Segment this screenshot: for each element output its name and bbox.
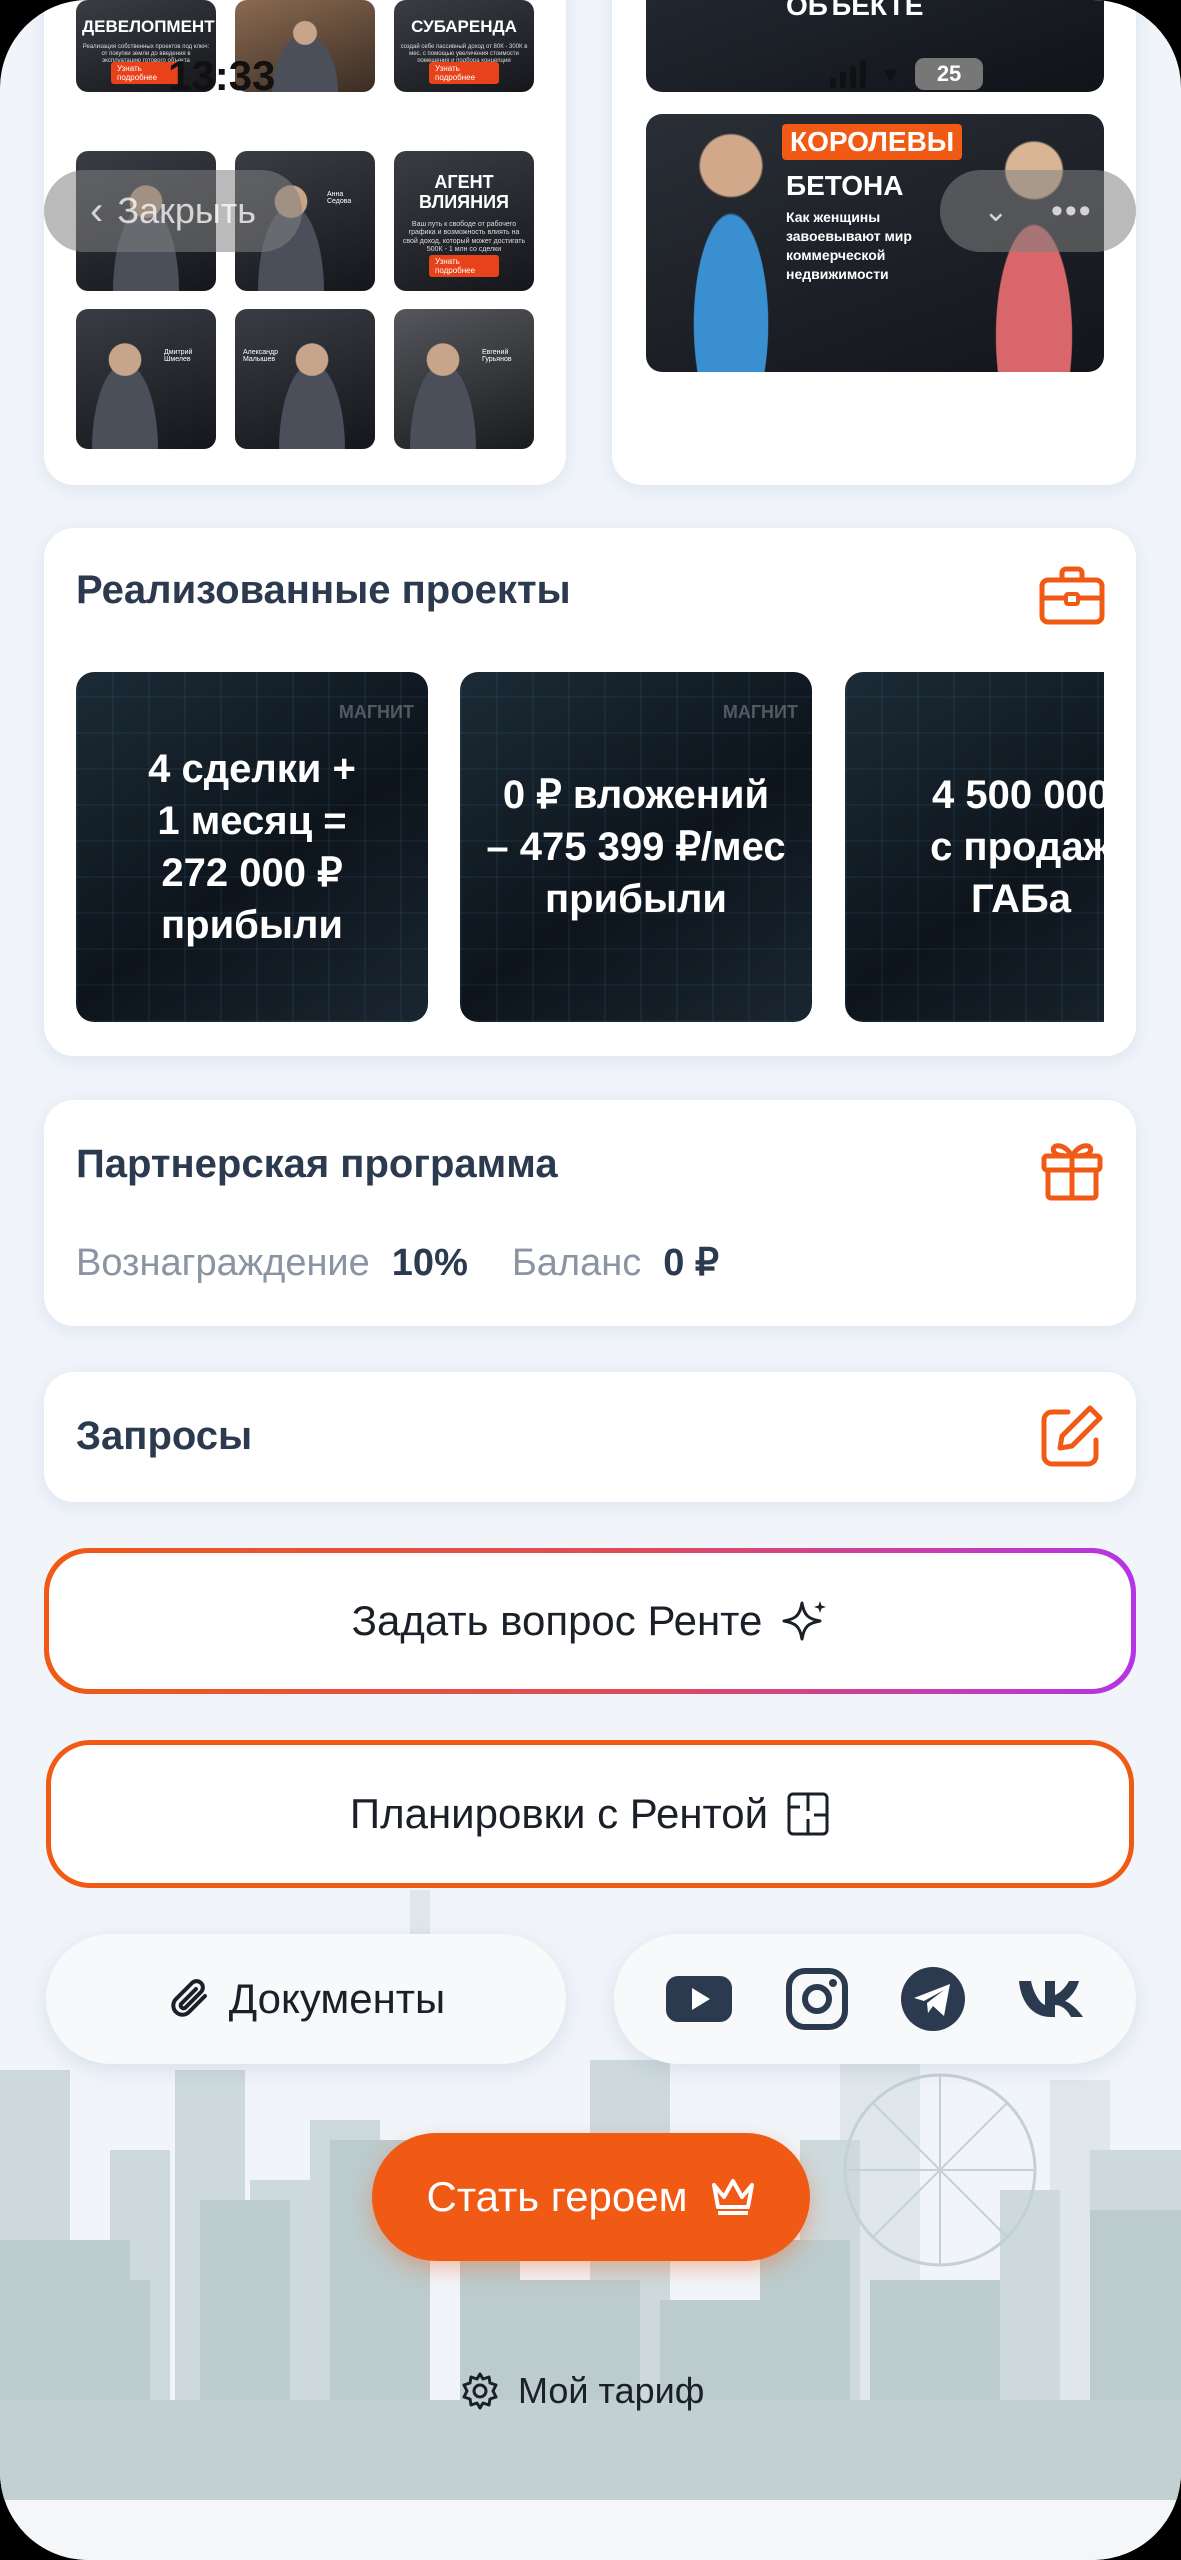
layouts-button[interactable]: Планировки с Рентой	[46, 1740, 1134, 1888]
instagram-icon[interactable]	[785, 1967, 849, 2031]
youtube-icon[interactable]	[664, 1974, 734, 2024]
my-tariff-link[interactable]: Мой тариф	[460, 2370, 704, 2412]
my-tariff-label: Мой тариф	[518, 2370, 705, 2411]
wifi-icon: ▾	[884, 58, 898, 89]
gift-icon	[1041, 1143, 1103, 1201]
podcast-person-left	[666, 132, 796, 372]
telegram-icon[interactable]	[900, 1966, 966, 2032]
course-badge: Узнать подробнее	[429, 255, 499, 277]
nav-menu-button[interactable]: ⌄ •••	[940, 170, 1136, 252]
reward-label: Вознаграждение	[76, 1242, 370, 1284]
podcast-subtitle: Как женщины завоевывают мир коммерческой…	[786, 209, 912, 282]
balance-label: Баланс	[511, 1242, 642, 1284]
person-caption: Дмитрий Шмелев	[164, 349, 193, 363]
partner-card[interactable]: Партнерская программа Вознаграждение 10%…	[44, 1100, 1136, 1326]
crown-icon	[711, 2179, 754, 2215]
bottom-strip	[0, 2500, 1181, 2560]
documents-button[interactable]: Документы	[46, 1934, 566, 2064]
app-screen: ДЕВЕЛОПМЕНТ Реализация собственных проек…	[0, 0, 1181, 2560]
layouts-label: Планировки с Рентой	[349, 1790, 769, 1837]
person-image	[263, 20, 347, 92]
podcast-person-right	[964, 132, 1104, 372]
person-caption: Евгений Гурьянов	[482, 349, 512, 363]
projects-title: Реализованные проекты	[76, 568, 571, 612]
documents-label: Документы	[228, 1975, 446, 2022]
podcast-badge-line: КОРОЛЕВЫ	[782, 124, 963, 160]
edit-icon	[1041, 1405, 1103, 1467]
gear-icon	[462, 2372, 498, 2410]
briefcase-icon	[1039, 566, 1105, 625]
chevron-down-icon[interactable]: ⌄	[983, 194, 1008, 229]
social-links	[614, 1934, 1136, 2064]
person-image	[401, 339, 485, 449]
podcast-top-title: ОБЪЕКТЕ	[786, 0, 924, 21]
partner-title: Партнерская программа	[76, 1142, 558, 1186]
chevron-left-icon: ‹	[90, 188, 104, 233]
status-time: 13:33	[168, 52, 276, 99]
course-caption: Ваш путь к свободе от рабочего графика и…	[402, 221, 526, 254]
ask-renta-button[interactable]: Задать вопрос Ренте	[49, 1553, 1131, 1689]
ask-renta-label: Задать вопрос Ренте	[351, 1597, 763, 1644]
battery-icon: 25	[915, 58, 984, 90]
course-thumb-person[interactable]: Дмитрий Шмелев	[76, 309, 216, 449]
sparkle-icon	[782, 1601, 827, 1641]
requests-card[interactable]: Запросы	[44, 1372, 1136, 1502]
status-icons: ▾ 25	[830, 58, 984, 90]
podcast-title-line: БЕТОНА	[786, 170, 904, 201]
person-caption: Анна Седова	[327, 191, 352, 205]
course-title: АГЕНТ ВЛИЯНИЯ	[419, 172, 509, 212]
vk-icon[interactable]	[1017, 1977, 1087, 2021]
course-thumb-sublease[interactable]: СУБАРЕНДА создай себе пассивный доход от…	[394, 0, 534, 92]
close-label: Закрыть	[117, 190, 256, 231]
close-button[interactable]: ‹ Закрыть	[44, 170, 302, 252]
become-hero-button[interactable]: Стать героем	[372, 2133, 810, 2261]
course-title: ДЕВЕЛОПМЕНТ	[82, 17, 215, 36]
course-title: СУБАРЕНДА	[411, 17, 517, 36]
signal-icon	[830, 60, 866, 88]
more-icon[interactable]: •••	[1051, 192, 1093, 231]
course-thumb-agent[interactable]: АГЕНТ ВЛИЯНИЯ Ваш путь к свободе от рабо…	[394, 151, 534, 291]
paperclip-icon	[171, 1979, 207, 2017]
balance-value: 0 ₽	[663, 1242, 720, 1284]
reward-value: 10%	[391, 1242, 468, 1284]
floorplan-icon	[787, 1792, 829, 1836]
requests-title: Запросы	[76, 1414, 253, 1458]
partner-stats: Вознаграждение 10% Баланс 0 ₽	[76, 1240, 719, 1285]
become-hero-label: Стать героем	[426, 2173, 688, 2220]
projects-card: Реализованные проекты	[44, 528, 1136, 1056]
course-thumb-person[interactable]: Александр Малышев	[235, 309, 375, 449]
person-caption: Александр Малышев	[243, 349, 279, 363]
course-badge: Узнать подробнее	[429, 62, 499, 84]
person-image	[83, 339, 167, 449]
course-thumb-person[interactable]: Евгений Гурьянов	[394, 309, 534, 449]
